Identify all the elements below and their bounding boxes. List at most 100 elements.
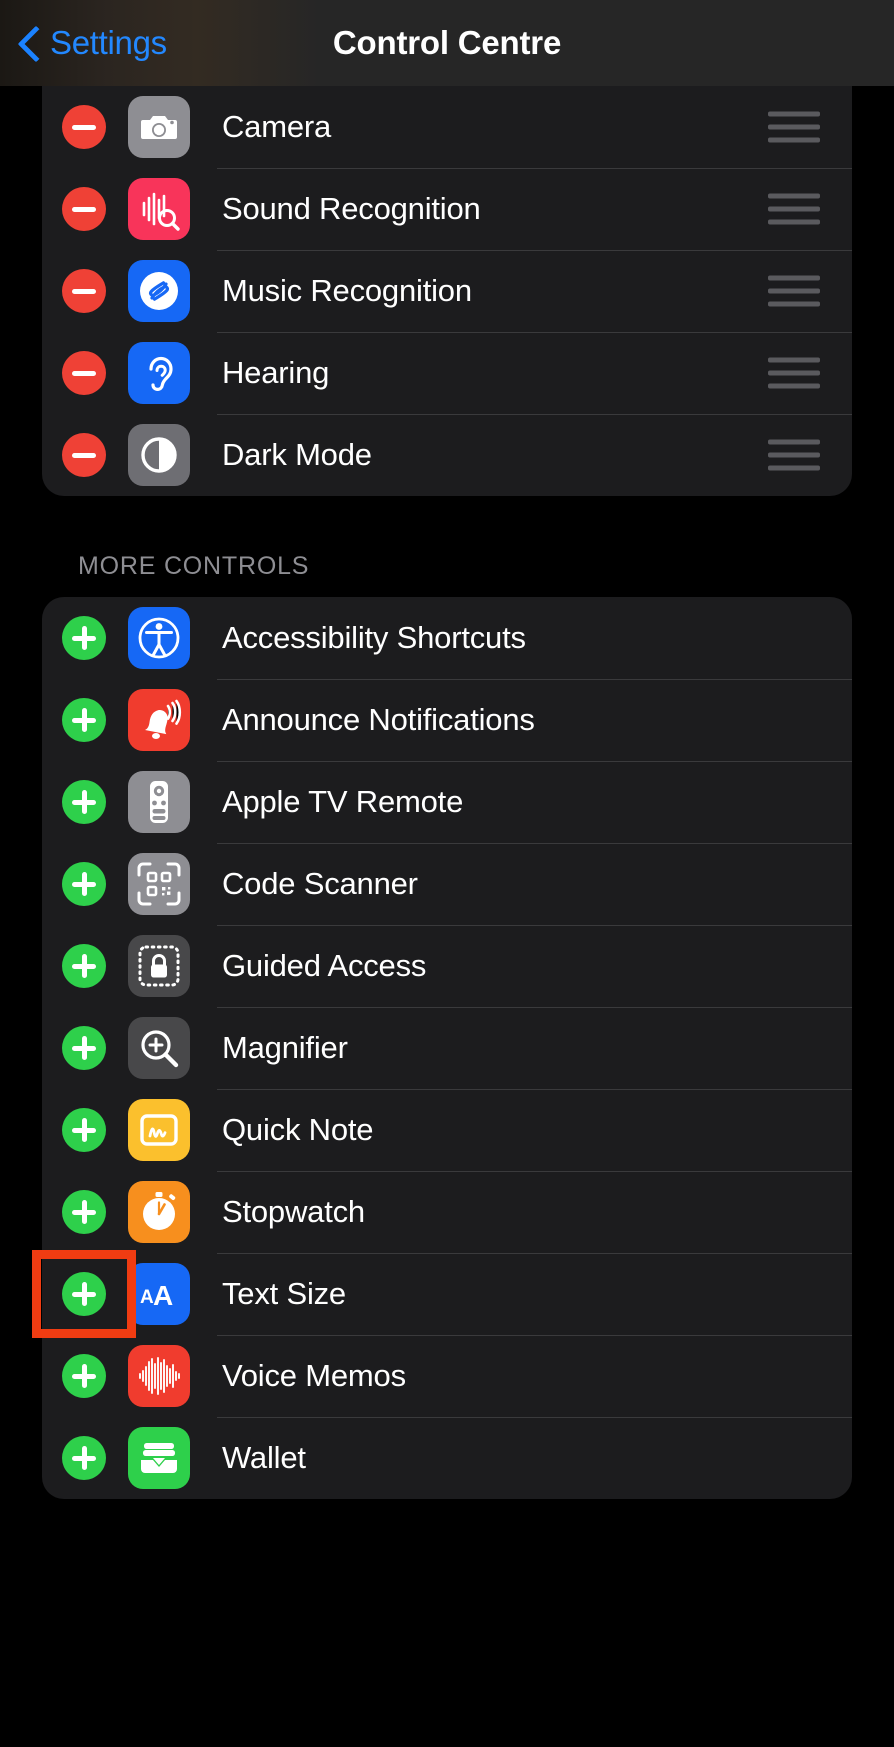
minus-icon <box>72 206 96 212</box>
accessibility-icon <box>128 607 190 669</box>
remove-control-button[interactable] <box>62 351 106 395</box>
minus-icon <box>72 124 96 130</box>
sound-recognition-icon <box>128 178 190 240</box>
add-control-button[interactable] <box>62 1190 106 1234</box>
handle-bar <box>768 357 820 363</box>
list-item[interactable]: Music Recognition <box>42 250 852 332</box>
list-item-label: Sound Recognition <box>222 191 481 226</box>
handle-bar <box>768 383 820 389</box>
list-item[interactable]: Quick Note <box>42 1089 852 1171</box>
dark-mode-icon <box>128 424 190 486</box>
add-control-button[interactable] <box>62 780 106 824</box>
plus-icon-vertical <box>81 1282 87 1306</box>
minus-icon <box>72 288 96 294</box>
camera-icon <box>128 96 190 158</box>
list-item-label: Announce Notifications <box>222 702 535 737</box>
list-item-label: Camera <box>222 109 332 144</box>
list-item-label: Hearing <box>222 355 330 390</box>
add-control-button[interactable] <box>62 862 106 906</box>
control-centre-screen: Settings Control Centre Camera Sound Rec… <box>0 0 894 1747</box>
list-item[interactable]: Camera <box>42 86 852 168</box>
plus-icon-vertical <box>81 1446 87 1470</box>
list-item[interactable]: Sound Recognition <box>42 168 852 250</box>
list-item[interactable]: Announce Notifications <box>42 679 852 761</box>
stopwatch-icon <box>128 1181 190 1243</box>
svg-text:A: A <box>153 1280 173 1311</box>
more-controls-header: MORE CONTROLS <box>78 552 310 580</box>
reorder-drag-handle[interactable] <box>768 275 820 307</box>
settings-content: Camera Sound Recognition Music Recogniti… <box>0 86 894 1499</box>
handle-bar <box>768 111 820 117</box>
handle-bar <box>768 465 820 471</box>
reorder-drag-handle[interactable] <box>768 439 820 471</box>
guided-access-lock-icon <box>128 935 190 997</box>
add-control-button[interactable] <box>62 616 106 660</box>
handle-bar <box>768 301 820 307</box>
chevron-left-icon <box>18 24 42 62</box>
handle-bar <box>768 193 820 199</box>
remove-control-button[interactable] <box>62 433 106 477</box>
list-item[interactable]: Voice Memos <box>42 1335 852 1417</box>
plus-icon-vertical <box>81 1364 87 1388</box>
shazam-icon <box>128 260 190 322</box>
add-control-button[interactable] <box>62 944 106 988</box>
add-control-button[interactable] <box>62 698 106 742</box>
plus-icon-vertical <box>81 1118 87 1142</box>
voice-memos-icon <box>128 1345 190 1407</box>
minus-icon <box>72 452 96 458</box>
list-item-label: Text Size <box>222 1276 346 1311</box>
reorder-drag-handle[interactable] <box>768 193 820 225</box>
remove-control-button[interactable] <box>62 105 106 149</box>
list-item[interactable]: A A Text Size <box>42 1253 852 1335</box>
reorder-drag-handle[interactable] <box>768 357 820 389</box>
list-item-label: Quick Note <box>222 1112 374 1147</box>
list-item[interactable]: Accessibility Shortcuts <box>42 597 852 679</box>
reorder-drag-handle[interactable] <box>768 111 820 143</box>
svg-text:A: A <box>140 1287 154 1308</box>
text-size-icon: A A <box>128 1263 190 1325</box>
list-item-label: Dark Mode <box>222 437 372 472</box>
handle-bar <box>768 206 820 212</box>
back-to-settings-button[interactable]: Settings <box>18 24 167 62</box>
add-control-button[interactable] <box>62 1354 106 1398</box>
list-item[interactable]: Dark Mode <box>42 414 852 496</box>
remove-control-button[interactable] <box>62 187 106 231</box>
list-item[interactable]: Guided Access <box>42 925 852 1007</box>
quick-note-icon <box>128 1099 190 1161</box>
plus-icon-vertical <box>81 954 87 978</box>
magnifier-icon <box>128 1017 190 1079</box>
more-controls-card: Accessibility Shortcuts Announce Notific… <box>42 597 852 1499</box>
list-item[interactable]: Apple TV Remote <box>42 761 852 843</box>
list-item[interactable]: Code Scanner <box>42 843 852 925</box>
list-item-label: Stopwatch <box>222 1194 365 1229</box>
list-item[interactable]: Stopwatch <box>42 1171 852 1253</box>
plus-icon-vertical <box>81 872 87 896</box>
list-item-label: Magnifier <box>222 1030 348 1065</box>
list-item-label: Accessibility Shortcuts <box>222 620 526 655</box>
list-item[interactable]: Magnifier <box>42 1007 852 1089</box>
remove-control-button[interactable] <box>62 269 106 313</box>
add-control-button[interactable] <box>62 1108 106 1152</box>
navigation-bar: Settings Control Centre <box>0 0 894 86</box>
tv-remote-icon <box>128 771 190 833</box>
add-control-button[interactable] <box>62 1436 106 1480</box>
included-controls-card: Camera Sound Recognition Music Recogniti… <box>42 86 852 496</box>
bell-announce-icon <box>128 689 190 751</box>
add-control-button[interactable] <box>62 1026 106 1070</box>
list-item[interactable]: Wallet <box>42 1417 852 1499</box>
handle-bar <box>768 288 820 294</box>
list-item-label: Wallet <box>222 1440 306 1475</box>
list-item-label: Guided Access <box>222 948 427 983</box>
list-item[interactable]: Hearing <box>42 332 852 414</box>
handle-bar <box>768 452 820 458</box>
wallet-icon <box>128 1427 190 1489</box>
plus-icon-vertical <box>81 708 87 732</box>
handle-bar <box>768 137 820 143</box>
list-item-label: Music Recognition <box>222 273 472 308</box>
back-button-label: Settings <box>50 24 167 61</box>
plus-icon-vertical <box>81 1036 87 1060</box>
list-item-label: Voice Memos <box>222 1358 406 1393</box>
add-control-button[interactable] <box>62 1272 106 1316</box>
list-item-label: Apple TV Remote <box>222 784 464 819</box>
